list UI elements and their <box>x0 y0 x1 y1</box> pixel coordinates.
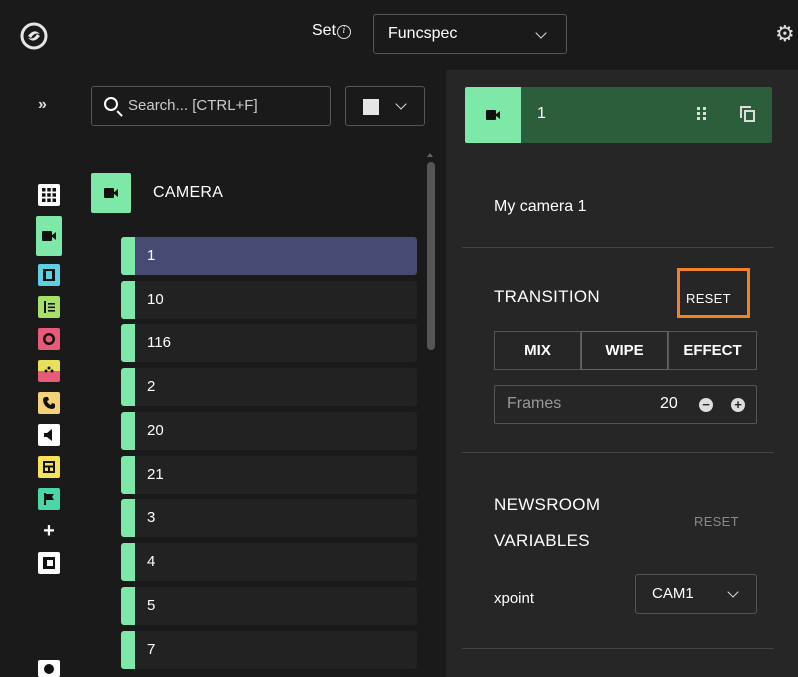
list-item[interactable]: 116 <box>121 324 417 362</box>
list-item[interactable]: 1 <box>121 237 417 275</box>
list-item[interactable]: 10 <box>121 281 417 319</box>
newsroom-title-line1: NEWSROOM <box>494 495 601 514</box>
transition-icon[interactable] <box>38 360 60 382</box>
chevron-down-icon <box>395 98 407 110</box>
info-icon[interactable]: i <box>337 25 351 39</box>
camera-name: My camera 1 <box>494 198 587 215</box>
search-placeholder: Search... [CTRL+F] <box>128 97 258 114</box>
copy-icon[interactable] <box>740 106 756 122</box>
speaker-icon[interactable] <box>38 424 60 446</box>
list-item[interactable]: 7 <box>121 631 417 669</box>
record-icon[interactable] <box>38 328 60 350</box>
transition-effect-button[interactable]: EFFECT <box>668 331 757 370</box>
layout-icon[interactable] <box>38 456 60 478</box>
list-item-label: 3 <box>147 509 156 526</box>
newsroom-title-line2: VARIABLES <box>494 531 590 550</box>
plus-icon[interactable]: + <box>731 398 745 412</box>
expand-sidebar-icon[interactable]: » <box>38 96 47 114</box>
divider <box>462 648 774 649</box>
list-item-label: 10 <box>147 291 164 308</box>
reset-highlight <box>677 268 750 318</box>
list-item-label: 20 <box>147 422 164 439</box>
camera-category-icon <box>91 173 131 213</box>
set-label: Set <box>312 22 337 39</box>
list-item[interactable]: 5 <box>121 587 417 625</box>
newsroom-reset-button[interactable]: RESET <box>694 514 739 529</box>
minus-icon[interactable]: − <box>699 398 713 412</box>
list-item[interactable]: 4 <box>121 543 417 581</box>
list-scrollbar[interactable] <box>427 162 435 350</box>
plus-icon[interactable]: + <box>38 520 60 542</box>
list-item-label: 21 <box>147 466 164 483</box>
graphic-icon[interactable] <box>38 552 60 574</box>
audio-script-icon[interactable] <box>38 296 60 318</box>
list-item[interactable]: 20 <box>121 412 417 450</box>
app-logo-icon[interactable] <box>20 22 48 50</box>
chevron-down-icon <box>727 586 739 598</box>
frames-value: 20 <box>660 395 678 412</box>
grid-icon[interactable] <box>38 184 60 206</box>
flag-icon[interactable] <box>38 488 60 510</box>
set-select-value: Funcspec <box>388 25 458 42</box>
gear-icon[interactable]: ⚙ <box>775 22 798 46</box>
transition-wipe-button[interactable]: WIPE <box>581 331 668 370</box>
xpoint-value: CAM1 <box>652 585 694 602</box>
color-swatch <box>363 99 379 115</box>
set-select[interactable]: Funcspec <box>373 14 567 54</box>
color-filter-select[interactable] <box>345 86 425 126</box>
scroll-up-arrow[interactable] <box>427 153 433 157</box>
film-icon[interactable] <box>38 264 60 286</box>
camera-icon <box>465 87 521 143</box>
frames-label: Frames <box>507 395 562 412</box>
list-item[interactable]: 3 <box>121 499 417 537</box>
camera-icon[interactable] <box>36 216 62 256</box>
search-icon <box>104 97 118 111</box>
frames-stepper[interactable]: Frames 20 − + <box>494 385 757 424</box>
item-number: 1 <box>537 105 546 122</box>
drag-handle-icon[interactable] <box>697 107 709 123</box>
xpoint-select[interactable]: CAM1 <box>635 574 757 614</box>
divider <box>462 247 774 248</box>
list-item-label: 7 <box>147 641 156 658</box>
list-item[interactable]: 2 <box>121 368 417 406</box>
top-bar: Set i Funcspec ⚙ <box>0 0 798 70</box>
transition-mix-button[interactable]: MIX <box>494 331 581 370</box>
list-item-label: 1 <box>147 247 156 264</box>
chart-icon[interactable] <box>38 660 60 677</box>
list-item-label: 116 <box>147 334 171 351</box>
list-item-label: 2 <box>147 378 156 395</box>
list-item-label: 4 <box>147 553 156 570</box>
chevron-down-icon <box>535 27 547 39</box>
list-item-label: 5 <box>147 597 156 614</box>
transition-title: TRANSITION <box>494 287 600 306</box>
list-item[interactable]: 21 <box>121 456 417 494</box>
divider <box>462 452 774 453</box>
search-input[interactable]: Search... [CTRL+F] <box>91 86 331 126</box>
phone-icon[interactable] <box>38 392 60 414</box>
item-header: 1 <box>465 87 772 143</box>
category-title: CAMERA <box>153 184 224 201</box>
xpoint-label: xpoint <box>494 590 535 607</box>
